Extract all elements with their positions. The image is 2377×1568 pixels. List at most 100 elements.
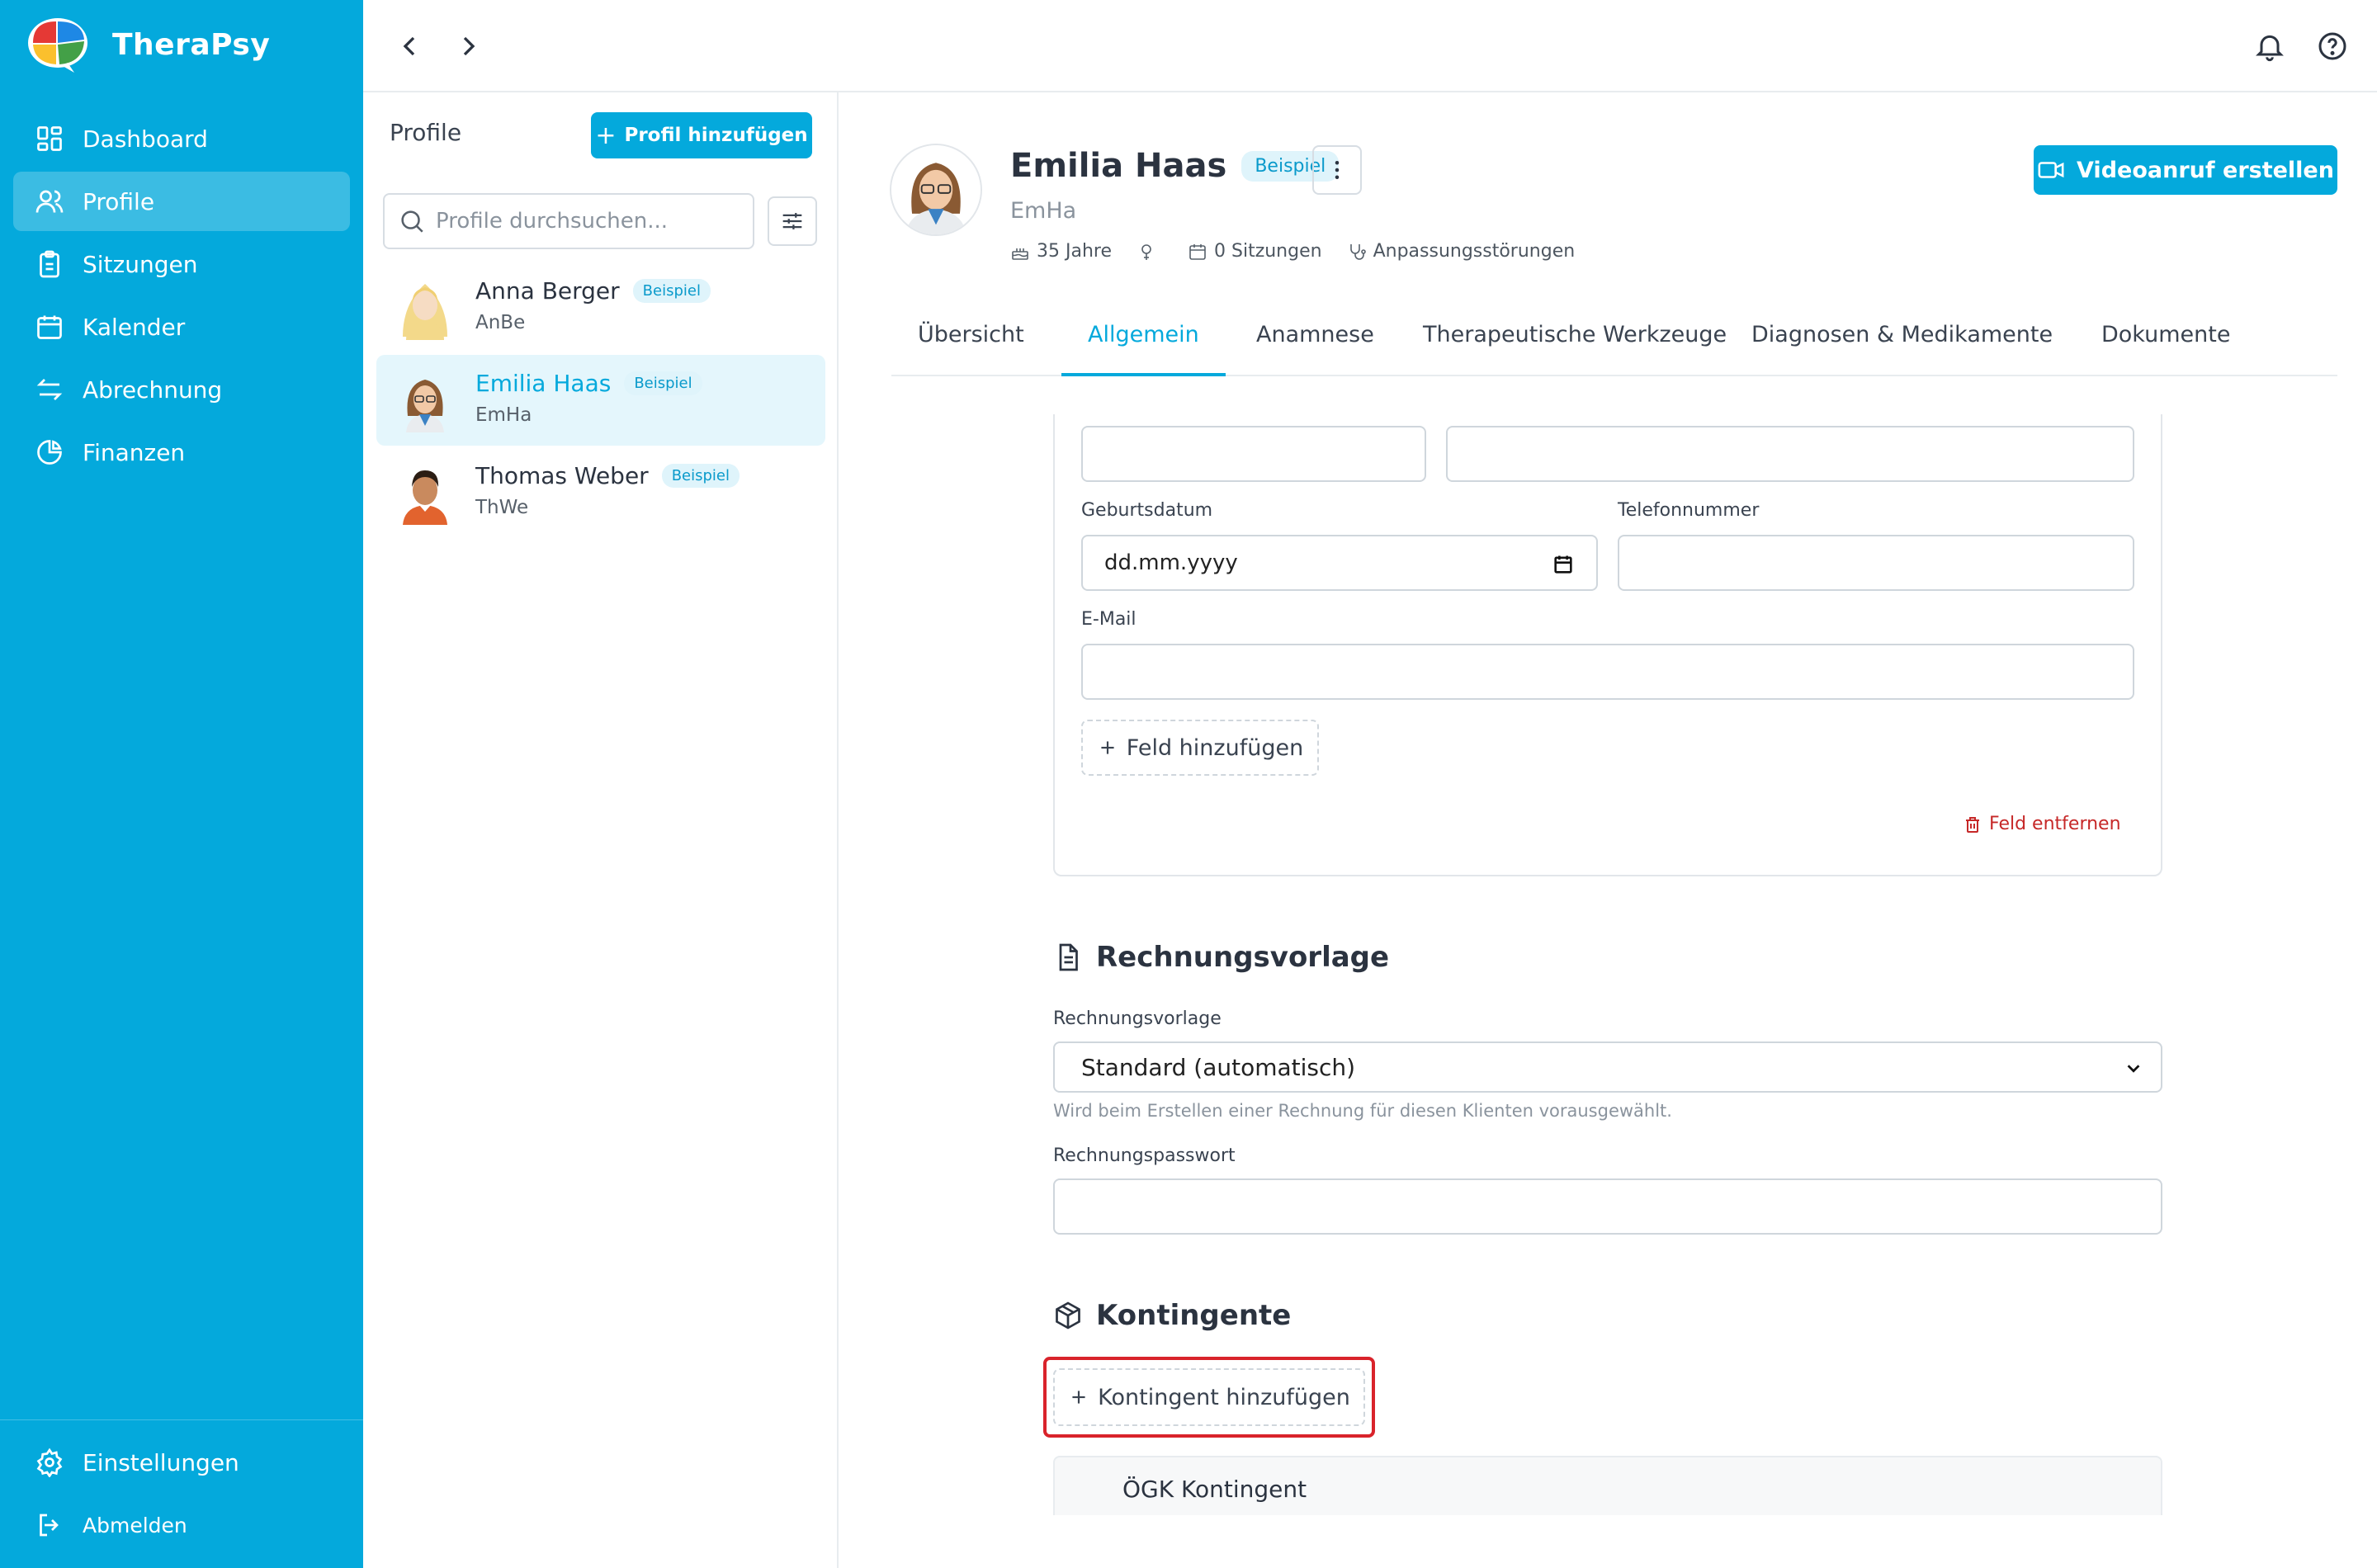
birthdate-value: dd.mm.yyyy <box>1104 550 1238 575</box>
text-field[interactable] <box>1081 426 1426 482</box>
profile-name-text: Anna Berger <box>475 277 620 305</box>
invoice-password-label: Rechnungspasswort <box>1053 1145 1236 1166</box>
contingent-item[interactable]: ÖGK Kontingent <box>1053 1456 2162 1515</box>
document-icon <box>1059 943 1078 971</box>
calendar-icon[interactable] <box>1552 553 1575 576</box>
contingents-title-text: Kontingente <box>1096 1299 1292 1332</box>
status-badge: Beispiel <box>661 464 740 488</box>
search-box[interactable] <box>383 193 754 249</box>
tab-uebersicht[interactable]: Übersicht <box>891 315 1051 376</box>
phone-field[interactable] <box>1618 535 2134 591</box>
panel-title: Profile <box>390 119 462 146</box>
detail-name: Emilia Haas Beispiel <box>1010 147 1340 185</box>
add-profile-button[interactable]: + Profil hinzufügen <box>591 112 812 158</box>
trash-icon <box>1966 816 1979 833</box>
sliders-icon <box>782 213 802 229</box>
add-field-button[interactable]: Feld hinzufügen <box>1081 720 1319 776</box>
invoice-template-hint: Wird beim Erstellen einer Rechnung für d… <box>1053 1101 1672 1121</box>
female-icon <box>1141 243 1151 260</box>
more-vertical-icon <box>1335 161 1340 179</box>
tab-anamnese[interactable]: Anamnese <box>1230 315 1401 376</box>
age-meta: 35 Jahre <box>1010 241 1112 262</box>
avatar <box>403 284 447 340</box>
chevron-right-icon[interactable] <box>452 30 485 63</box>
sidebar-item-kalender[interactable]: Kalender <box>13 297 350 357</box>
sidebar-item-sitzungen[interactable]: Sitzungen <box>13 234 350 294</box>
birthdate-field[interactable]: dd.mm.yyyy <box>1081 535 1598 591</box>
logout-label: Abmelden <box>83 1513 187 1537</box>
logout-button[interactable]: Abmelden <box>13 1495 350 1555</box>
content-bottom-edge <box>839 1515 2377 1568</box>
avatar <box>891 145 981 234</box>
detail-name-text: Emilia Haas <box>1010 147 1227 185</box>
pie-chart-icon <box>37 440 62 465</box>
tab-diagnosen-medikamente[interactable]: Diagnosen & Medikamente <box>1725 315 2079 376</box>
tab-allgemein[interactable]: Allgemein <box>1061 315 1226 376</box>
profile-list-item[interactable]: Anna Berger Beispiel AnBe <box>376 262 825 353</box>
arrows-exchange-icon <box>36 379 63 400</box>
email-label: E-Mail <box>1081 609 1137 630</box>
more-options-button[interactable] <box>1312 145 1362 195</box>
bell-icon[interactable] <box>2253 30 2286 63</box>
profile-name: Anna Berger Beispiel <box>475 277 711 305</box>
top-bar <box>363 0 2377 92</box>
profile-name-text: Emilia Haas <box>475 370 612 397</box>
invoice-template-select[interactable]: Standard (automatisch) <box>1053 1041 2162 1093</box>
custom-fields-card: Geburtsdatum dd.mm.yyyy Telefonnummer E-… <box>1053 414 2162 876</box>
sessions-text: 0 Sitzungen <box>1214 241 1322 262</box>
calendar-icon <box>1189 243 1206 260</box>
profile-list-item[interactable]: Thomas Weber Beispiel ThWe <box>376 447 825 538</box>
users-icon <box>35 190 64 213</box>
detail-short: EmHa <box>1010 198 1077 224</box>
invoice-template-label: Rechnungsvorlage <box>1053 1008 1222 1029</box>
search-input[interactable] <box>436 209 733 234</box>
tab-therapeutische-werkzeuge[interactable]: Therapeutische Werkzeuge <box>1396 315 1753 376</box>
app-name: TheraPsy <box>112 27 271 62</box>
detail-avatar <box>890 144 982 236</box>
sidebar-item-abrechnung[interactable]: Abrechnung <box>13 360 350 419</box>
profile-list-panel: Profile + Profil hinzufügen Anna Berger B… <box>363 92 839 1568</box>
status-badge: Beispiel <box>624 371 702 395</box>
invoice-template-value: Standard (automatisch) <box>1081 1053 1356 1081</box>
sidebar-item-dashboard[interactable]: Dashboard <box>13 109 350 168</box>
sidebar-item-einstellungen[interactable]: Einstellungen <box>13 1433 350 1492</box>
remove-field-button[interactable]: Feld entfernen <box>1963 814 2121 834</box>
invoice-password-field[interactable] <box>1053 1178 2162 1235</box>
sidebar-item-label: Kalender <box>83 313 186 341</box>
sessions-meta: 0 Sitzungen <box>1188 241 1322 262</box>
profile-name: Emilia Haas Beispiel <box>475 370 702 397</box>
profile-name-text: Thomas Weber <box>475 462 649 489</box>
birthdate-label: Geburtsdatum <box>1081 500 1213 521</box>
sidebar: TheraPsy Dashboard Profile Sitzungen Kal… <box>0 0 363 1568</box>
settings-label: Einstellungen <box>83 1448 239 1476</box>
chevron-down-icon <box>2127 1065 2140 1073</box>
clipboard-icon <box>40 250 59 278</box>
sidebar-item-profile[interactable]: Profile <box>13 172 350 231</box>
profile-name: Thomas Weber Beispiel <box>475 462 740 489</box>
email-field[interactable] <box>1081 644 2134 700</box>
sidebar-item-label: Sitzungen <box>83 250 198 278</box>
plus-icon <box>1101 741 1114 754</box>
status-badge: Beispiel <box>632 279 711 303</box>
contingents-section-title: Kontingente <box>1053 1299 1291 1332</box>
invoice-section-title: Rechnungsvorlage <box>1053 941 1389 974</box>
tab-dokumente[interactable]: Dokumente <box>2075 315 2256 376</box>
avatar <box>403 470 447 525</box>
sidebar-item-finanzen[interactable]: Finanzen <box>13 423 350 482</box>
profile-list-item[interactable]: Emilia Haas Beispiel EmHa <box>376 355 825 446</box>
add-profile-label: Profil hinzufügen <box>624 125 808 146</box>
app-logo[interactable]: TheraPsy <box>25 15 270 74</box>
filter-button[interactable] <box>768 196 817 246</box>
plus-icon: + <box>595 120 617 150</box>
dashboard-icon <box>37 126 62 151</box>
profile-short: AnBe <box>475 312 526 333</box>
remove-field-label: Feld entfernen <box>1989 814 2121 834</box>
detail-meta: 35 Jahre 0 Sitzungen Anpassungsstörungen <box>1010 241 1600 262</box>
avatar <box>406 380 444 432</box>
text-field[interactable] <box>1446 426 2134 482</box>
chevron-left-icon[interactable] <box>393 30 426 63</box>
create-video-call-button[interactable]: Videoanruf erstellen <box>2034 145 2337 195</box>
stethoscope-icon <box>1349 243 1366 260</box>
sidebar-divider <box>0 1419 363 1420</box>
help-icon[interactable] <box>2316 30 2349 63</box>
